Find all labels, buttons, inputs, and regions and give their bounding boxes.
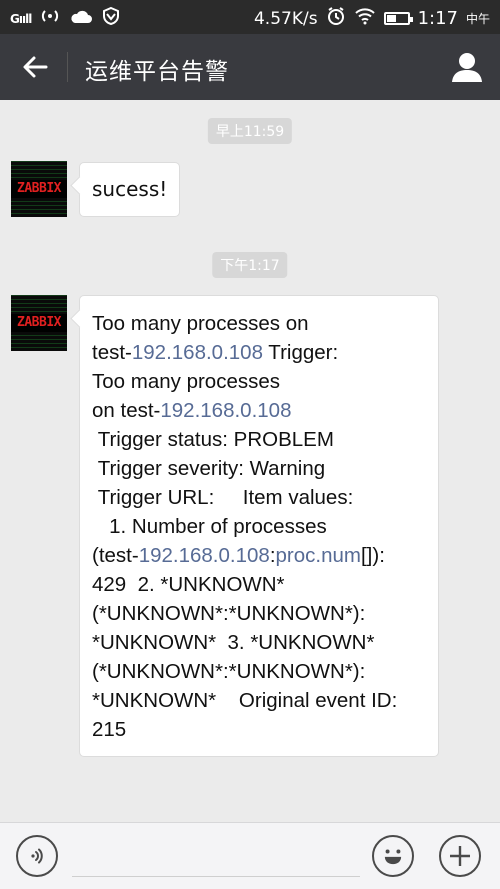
chat-title: 运维平台告警 xyxy=(85,59,229,85)
hotspot-icon xyxy=(39,7,61,30)
person-icon xyxy=(452,53,482,82)
clock-suffix: 中午 xyxy=(465,12,490,26)
shield-icon xyxy=(101,6,121,31)
voice-icon xyxy=(31,848,43,864)
message-bubble[interactable]: Too many processes on test-192.168.0.108… xyxy=(79,295,439,757)
back-button[interactable] xyxy=(18,51,52,83)
network-speed: 4.57K/s xyxy=(253,8,318,29)
emoji-button[interactable] xyxy=(372,835,414,877)
battery-icon xyxy=(383,12,413,25)
avatar-label: ZABBIX xyxy=(11,314,67,332)
chat-info-button[interactable] xyxy=(450,50,484,84)
avatar-label: ZABBIX xyxy=(11,180,67,198)
ip-link[interactable]: 192.168.0.108 xyxy=(160,399,291,422)
ip-link[interactable]: 192.168.0.108 xyxy=(132,341,263,364)
message-bubble[interactable]: sucess! xyxy=(79,162,180,217)
message-input[interactable] xyxy=(72,876,360,877)
plus-icon xyxy=(450,846,470,866)
item-key-link[interactable]: proc.num xyxy=(276,544,361,567)
message-timestamp: 早上11:59 xyxy=(207,118,293,144)
message-timestamp: 下午1:17 xyxy=(212,252,288,278)
clock-time: 1:17 xyxy=(417,8,458,29)
ip-link[interactable]: 192.168.0.108 xyxy=(139,544,270,567)
cloud-icon xyxy=(69,8,93,29)
signal-indicator: Gııll xyxy=(10,11,32,26)
sender-avatar[interactable]: ZABBIX xyxy=(11,161,67,217)
status-bar: Gııll 4.57K/s 1:17 中午 xyxy=(0,0,500,34)
chat-header: 运维平台告警 xyxy=(0,34,500,100)
voice-button[interactable] xyxy=(16,835,58,877)
emoji-icon xyxy=(384,849,402,865)
message-text: []): 429 2. *UNKNOWN* (*UNKNOWN*:*UNKNOW… xyxy=(92,544,398,741)
sender-avatar[interactable]: ZABBIX xyxy=(11,295,67,351)
input-bar xyxy=(0,822,500,889)
header-divider xyxy=(67,52,68,82)
arrow-left-icon xyxy=(23,56,48,78)
wifi-icon xyxy=(354,7,376,30)
more-button[interactable] xyxy=(439,835,481,877)
alarm-icon xyxy=(326,6,346,31)
